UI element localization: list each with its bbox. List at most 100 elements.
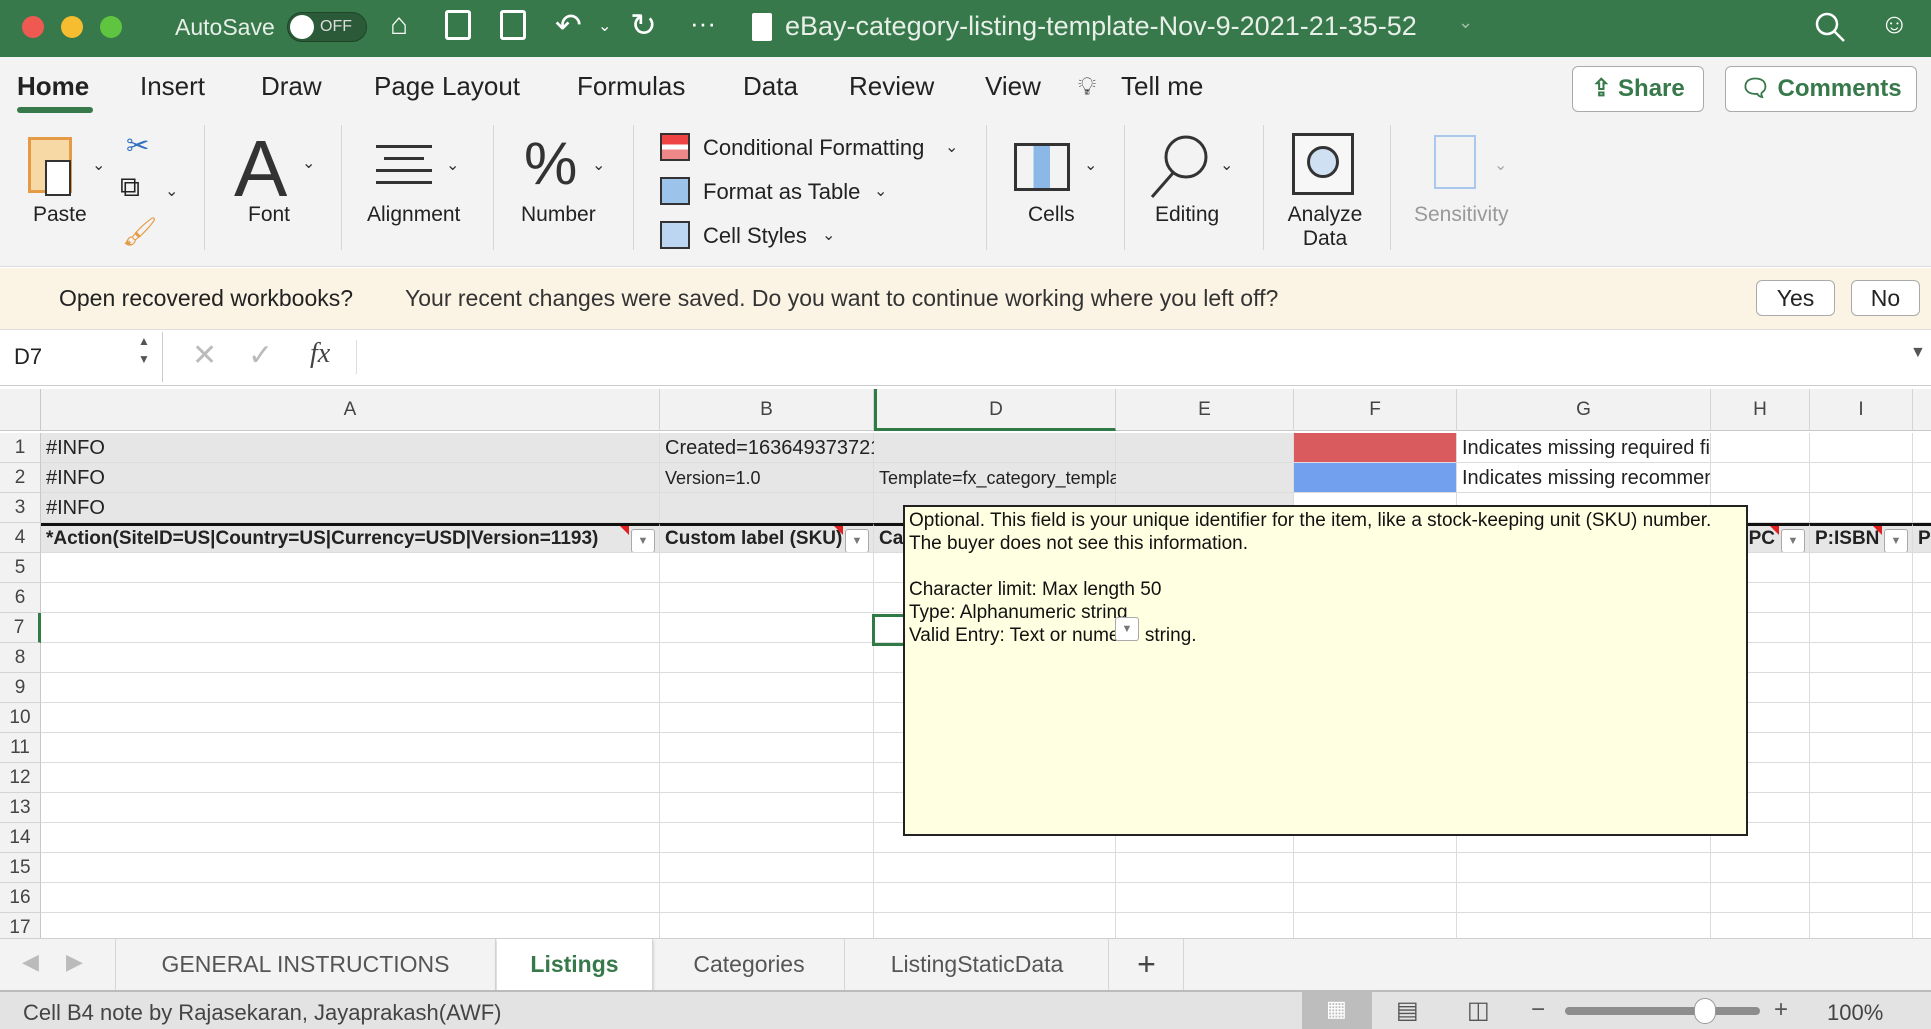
cell-J3[interactable] <box>1913 493 1931 523</box>
cell-J16[interactable] <box>1913 883 1931 913</box>
cell-B6[interactable] <box>660 583 874 613</box>
cell-D1[interactable] <box>874 433 1116 463</box>
cell-B13[interactable] <box>660 793 874 823</box>
sheet-tab-categories[interactable]: Categories <box>654 939 845 991</box>
cell-F2[interactable] <box>1294 463 1457 493</box>
cell-J17[interactable] <box>1913 913 1931 938</box>
cell-A3[interactable]: #INFO <box>41 493 660 523</box>
insert-function-icon[interactable]: fx <box>310 338 330 370</box>
cell-I6[interactable] <box>1810 583 1913 613</box>
cell-I2[interactable] <box>1810 463 1913 493</box>
cell-I3[interactable] <box>1810 493 1913 523</box>
cell-J4[interactable]: P <box>1913 523 1931 553</box>
cell-J8[interactable] <box>1913 643 1931 673</box>
cell-B7[interactable] <box>660 613 874 643</box>
cell-A15[interactable] <box>41 853 660 883</box>
sheet-tab-general-instructions[interactable]: GENERAL INSTRUCTIONS <box>116 939 496 991</box>
row-header-8[interactable]: 8 <box>0 643 41 673</box>
redo-icon[interactable]: ↻ <box>630 6 657 44</box>
cell-H17[interactable] <box>1711 913 1810 938</box>
filter-dropdown-button[interactable]: ▼ <box>631 529 655 552</box>
column-header-E[interactable]: E <box>1116 389 1294 431</box>
cell-I11[interactable] <box>1810 733 1913 763</box>
name-box-stepper-icon[interactable]: ▲ ▼ <box>138 332 150 368</box>
cell-A5[interactable] <box>41 553 660 583</box>
cell-B17[interactable] <box>660 913 874 938</box>
cell-E2[interactable] <box>1116 463 1294 493</box>
tab-formulas[interactable]: Formulas <box>577 71 685 102</box>
column-header-A[interactable]: A <box>41 389 660 431</box>
cell-H1[interactable] <box>1711 433 1810 463</box>
paste-dropdown-icon[interactable]: ⌄ <box>92 155 105 175</box>
row-header-4[interactable]: 4 <box>0 523 41 553</box>
document-title[interactable]: eBay-category-listing-template-Nov-9-202… <box>785 11 1417 42</box>
yes-button[interactable]: Yes <box>1756 280 1835 316</box>
scroll-sheets-right-icon[interactable]: ▶ <box>66 949 83 975</box>
cell-G1[interactable]: Indicates missing required fields <box>1457 433 1711 463</box>
cell-B1[interactable]: Created=1636493737216 <box>660 433 892 463</box>
column-header-D[interactable]: D <box>874 389 1116 431</box>
cell-I1[interactable] <box>1810 433 1913 463</box>
column-header-I[interactable]: I <box>1810 389 1913 431</box>
cut-icon[interactable]: ✂︎ <box>126 129 149 162</box>
cell-I10[interactable] <box>1810 703 1913 733</box>
column-header-H[interactable]: H <box>1711 389 1810 431</box>
row-header-15[interactable]: 15 <box>0 853 41 883</box>
enter-icon[interactable]: ✓ <box>248 338 273 373</box>
cell-I7[interactable] <box>1810 613 1913 643</box>
cell-J9[interactable] <box>1913 673 1931 703</box>
font-icon[interactable]: A <box>234 123 287 215</box>
cell-G17[interactable] <box>1457 913 1711 938</box>
cell-H2[interactable] <box>1711 463 1810 493</box>
scroll-sheets-left-icon[interactable]: ◀ <box>22 949 39 975</box>
row-header-2[interactable]: 2 <box>0 463 41 493</box>
title-dropdown-icon[interactable]: ⌄ <box>1458 12 1473 33</box>
column-header-B[interactable]: B <box>660 389 874 431</box>
tab-review[interactable]: Review <box>849 71 934 102</box>
cell-B10[interactable] <box>660 703 874 733</box>
cell-A16[interactable] <box>41 883 660 913</box>
cell-D2[interactable]: Template=fx_category_template_EBAY_US <box>874 463 1226 493</box>
cell-H16[interactable] <box>1711 883 1810 913</box>
cell-B15[interactable] <box>660 853 874 883</box>
cell-J11[interactable] <box>1913 733 1931 763</box>
row-header-16[interactable]: 16 <box>0 883 41 913</box>
undo-dropdown-icon[interactable]: ⌄ <box>598 16 611 36</box>
format-painter-icon[interactable]: 🖌︎ <box>122 215 158 248</box>
row-header-5[interactable]: 5 <box>0 553 41 583</box>
tab-insert[interactable]: Insert <box>140 71 205 102</box>
column-header-G[interactable]: G <box>1457 389 1711 431</box>
cell-J2[interactable] <box>1913 463 1931 493</box>
row-header-9[interactable]: 9 <box>0 673 41 703</box>
cell-F1[interactable] <box>1294 433 1457 463</box>
row-header-1[interactable]: 1 <box>0 433 41 463</box>
cell-J12[interactable] <box>1913 763 1931 793</box>
cell-B11[interactable] <box>660 733 874 763</box>
cell-F16[interactable] <box>1294 883 1457 913</box>
more-icon[interactable]: ··· <box>690 8 716 39</box>
cell-I13[interactable] <box>1810 793 1913 823</box>
cells-icon[interactable] <box>1014 143 1070 191</box>
row-header-6[interactable]: 6 <box>0 583 41 613</box>
filter-dropdown-button[interactable]: ▼ <box>1115 617 1139 641</box>
share-button[interactable]: ⇪ Share <box>1572 66 1704 112</box>
copy-icon[interactable]: ⧉ <box>120 171 140 204</box>
filter-dropdown-button[interactable]: ▼ <box>1781 529 1805 552</box>
cell-G16[interactable] <box>1457 883 1711 913</box>
cell-D16[interactable] <box>874 883 1116 913</box>
cell-J1[interactable] <box>1913 433 1931 463</box>
save-as-icon[interactable] <box>500 10 526 40</box>
cell-styles-button[interactable]: Cell Styles <box>703 223 807 249</box>
cell-J14[interactable] <box>1913 823 1931 853</box>
cell-A12[interactable] <box>41 763 660 793</box>
cell-A6[interactable] <box>41 583 660 613</box>
row-header-14[interactable]: 14 <box>0 823 41 853</box>
number-dropdown-icon[interactable]: ⌄ <box>592 155 605 175</box>
font-dropdown-icon[interactable]: ⌄ <box>302 153 315 173</box>
percent-icon[interactable]: % <box>524 129 577 198</box>
cell-A14[interactable] <box>41 823 660 853</box>
no-button[interactable]: No <box>1851 280 1920 316</box>
sheet-tab-listingstaticdata[interactable]: ListingStaticData <box>846 939 1109 991</box>
row-header-7[interactable]: 7 <box>0 613 41 643</box>
cell-A4[interactable]: *Action(SiteID=US|Country=US|Currency=US… <box>41 523 660 553</box>
